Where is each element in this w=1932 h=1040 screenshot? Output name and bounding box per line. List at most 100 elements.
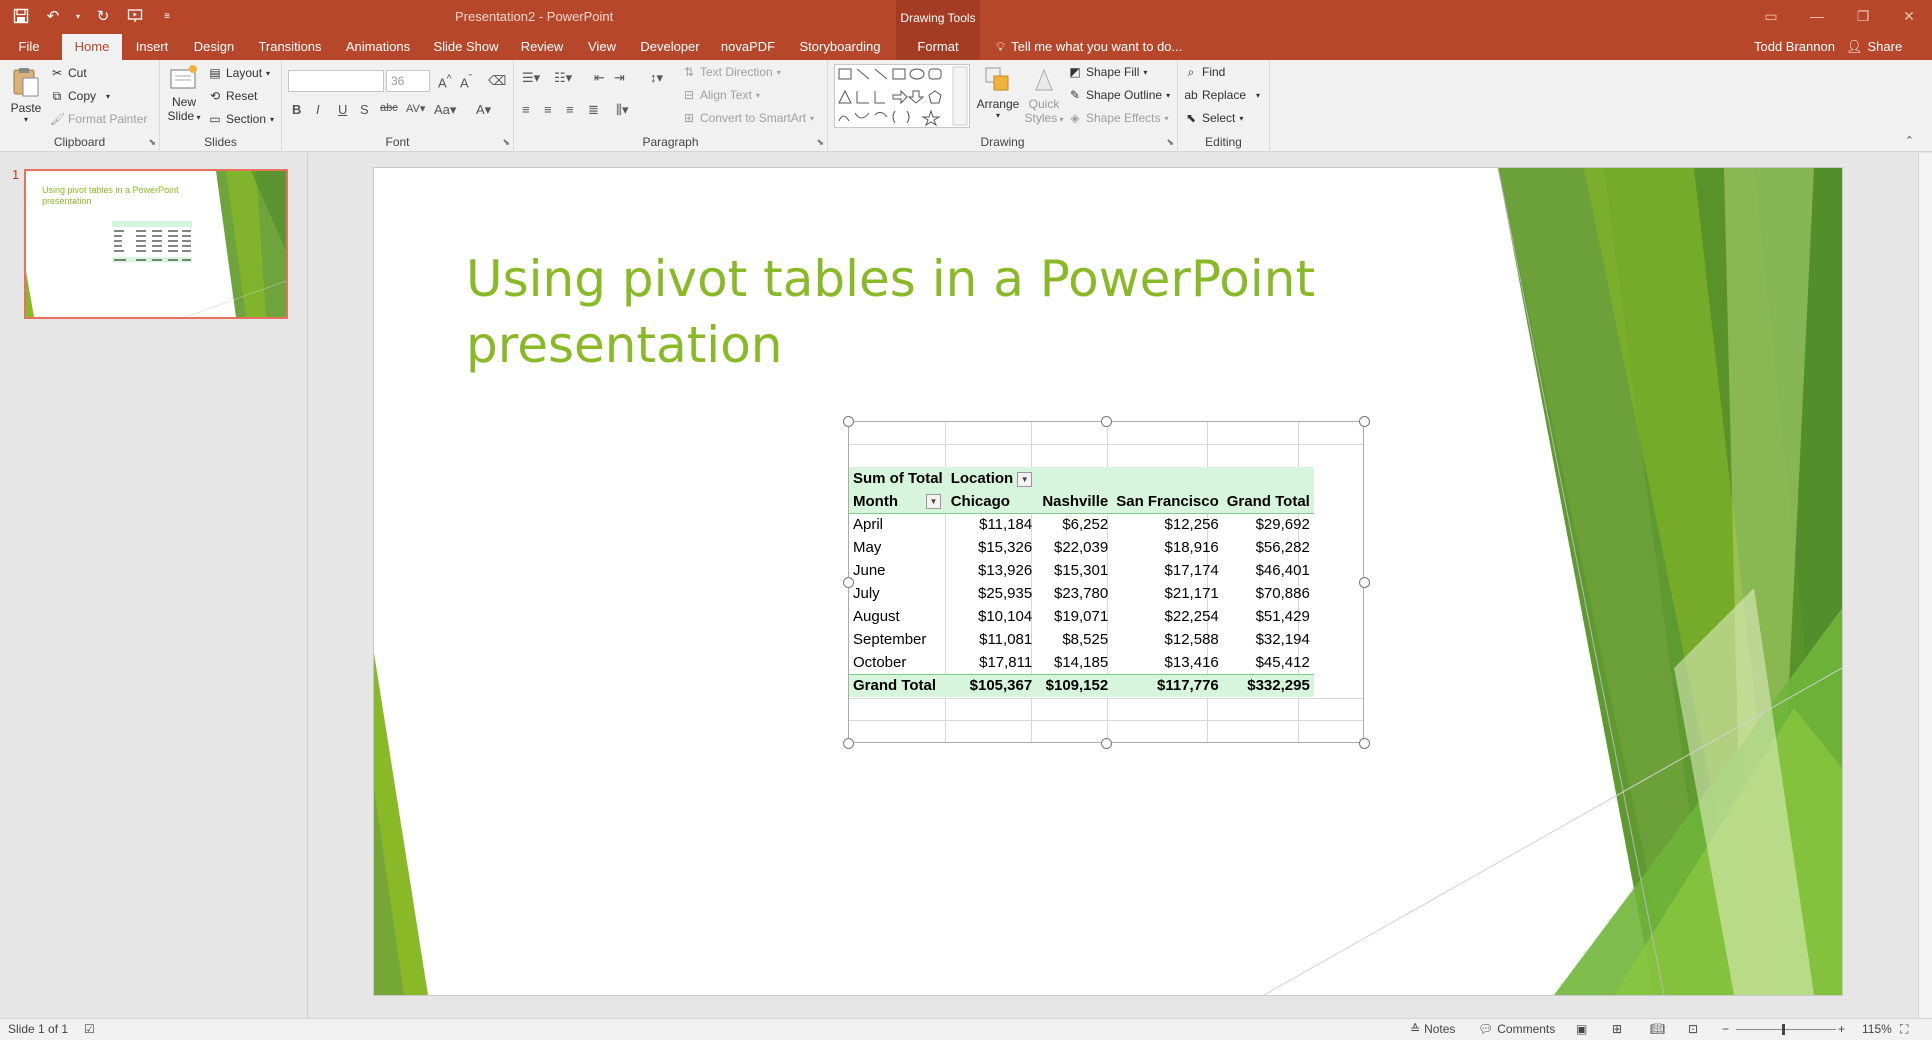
layout-button[interactable]: ▤ Layout ▾ xyxy=(208,66,270,80)
align-center-icon[interactable]: ≡ xyxy=(544,102,552,117)
column-field-cell[interactable]: Location ▼ xyxy=(946,467,1037,490)
character-spacing-icon[interactable]: AV▾ xyxy=(406,102,425,115)
row-filter-dropdown-icon[interactable]: ▼ xyxy=(925,494,941,510)
find-button[interactable]: ⌕ Find xyxy=(1184,65,1226,79)
fit-slide-icon[interactable]: ⛶ xyxy=(1900,1022,1908,1037)
text-direction-button[interactable]: ⇅ Text Direction ▾ xyxy=(682,65,781,79)
spellcheck-icon[interactable]: ☑ xyxy=(84,1022,95,1036)
tab-storyboarding[interactable]: Storyboarding xyxy=(792,34,888,60)
resize-handle-bottom[interactable] xyxy=(1101,738,1112,749)
strikethrough-icon[interactable]: abc xyxy=(380,102,398,114)
slide-sorter-icon[interactable]: ⊞ xyxy=(1612,1022,1622,1036)
align-text-button[interactable]: ⊟ Align Text ▾ xyxy=(682,88,760,102)
close-icon[interactable]: ✕ xyxy=(1886,0,1932,32)
tab-file[interactable]: File xyxy=(4,34,54,60)
reading-view-icon[interactable]: 📖︎ xyxy=(1650,1022,1665,1036)
tab-insert[interactable]: Insert xyxy=(128,34,176,60)
slide-canvas[interactable]: Using pivot tables in a PowerPoint prese… xyxy=(374,168,1842,995)
clear-formatting-icon[interactable]: ⌫ xyxy=(488,73,506,89)
tab-format[interactable]: Format xyxy=(896,34,980,60)
resize-handle-top-left[interactable] xyxy=(843,416,854,427)
italic-icon[interactable]: I xyxy=(316,102,320,117)
tab-animations[interactable]: Animations xyxy=(340,34,416,60)
reset-button[interactable]: ⟲ Reset xyxy=(208,89,257,103)
minimize-icon[interactable]: — xyxy=(1794,0,1840,32)
notes-button[interactable]: ≙ Notes xyxy=(1410,1022,1455,1036)
new-slide-button[interactable]: New Slide ▾ xyxy=(164,64,204,123)
select-button[interactable]: ⬉ Select ▾ xyxy=(1184,111,1243,125)
resize-handle-top[interactable] xyxy=(1101,416,1112,427)
line-spacing-icon[interactable]: ↕▾ xyxy=(650,70,663,86)
tab-review[interactable]: Review xyxy=(516,34,568,60)
decrease-font-icon[interactable]: Aˇ xyxy=(460,73,472,90)
shape-fill-button[interactable]: ◩ Shape Fill ▾ xyxy=(1068,65,1147,79)
drawing-launcher-icon[interactable]: ⬊ xyxy=(1166,137,1174,148)
redo-icon[interactable]: ↻ xyxy=(92,5,114,27)
share-button[interactable]: 👤︎ Share xyxy=(1846,34,1902,60)
tab-developer[interactable]: Developer xyxy=(636,34,704,60)
tab-transitions[interactable]: Transitions xyxy=(252,34,328,60)
align-left-icon[interactable]: ≡ xyxy=(522,102,530,117)
collapse-ribbon-icon[interactable]: ⌃ xyxy=(1905,134,1914,147)
tab-novapdf[interactable]: novaPDF xyxy=(716,34,780,60)
zoom-slider[interactable] xyxy=(1736,1029,1836,1030)
pivot-table[interactable]: Sum of Total Location ▼ Month ▼ Chicago Na… xyxy=(849,467,1314,697)
bullets-icon[interactable]: ☰▾ xyxy=(522,70,540,86)
tab-home[interactable]: Home xyxy=(62,34,122,60)
shape-outline-button[interactable]: ✎ Shape Outline ▾ xyxy=(1068,88,1170,102)
tab-design[interactable]: Design xyxy=(188,34,240,60)
normal-view-icon[interactable]: ▣ xyxy=(1576,1022,1587,1036)
comments-button[interactable]: 💬︎ Comments xyxy=(1478,1022,1555,1036)
restore-icon[interactable]: ❐ xyxy=(1840,0,1886,32)
tab-view[interactable]: View xyxy=(580,34,624,60)
column-filter-dropdown-icon[interactable]: ▼ xyxy=(1017,471,1033,487)
resize-handle-left[interactable] xyxy=(843,577,854,588)
slide-thumbnail[interactable]: Using pivot tables in a PowerPoint prese… xyxy=(24,169,288,319)
clipboard-launcher-icon[interactable]: ⬊ xyxy=(148,137,156,148)
customize-qat-icon[interactable]: ≡ xyxy=(156,5,178,27)
section-button[interactable]: ▭ Section ▾ xyxy=(208,112,274,126)
start-from-beginning-icon[interactable] xyxy=(124,5,146,27)
tab-slide-show[interactable]: Slide Show xyxy=(428,34,504,60)
increase-font-icon[interactable]: A^ xyxy=(438,73,452,90)
font-name-box[interactable] xyxy=(288,70,384,92)
ribbon-display-options-icon[interactable]: ▭ xyxy=(1748,0,1794,32)
tell-me-box[interactable]: 💡︎ Tell me what you want to do... xyxy=(996,34,1182,60)
zoom-slider-thumb[interactable] xyxy=(1782,1024,1785,1035)
pivot-table-object[interactable]: Sum of Total Location ▼ Month ▼ Chicago Na… xyxy=(848,421,1364,743)
align-right-icon[interactable]: ≡ xyxy=(566,102,574,117)
underline-icon[interactable]: U xyxy=(338,102,347,117)
resize-handle-bottom-left[interactable] xyxy=(843,738,854,749)
resize-handle-bottom-right[interactable] xyxy=(1359,738,1370,749)
decrease-indent-icon[interactable]: ⇤ xyxy=(594,70,605,86)
undo-dropdown-icon[interactable]: ▾ xyxy=(74,5,82,27)
zoom-level[interactable]: 115% xyxy=(1862,1022,1892,1036)
increase-indent-icon[interactable]: ⇥ xyxy=(614,70,625,86)
replace-button[interactable]: ab Replace ▾ xyxy=(1184,88,1260,102)
save-icon[interactable] xyxy=(10,5,32,27)
user-name[interactable]: Todd Brannon xyxy=(1754,34,1835,60)
change-case-icon[interactable]: Aa▾ xyxy=(434,102,456,118)
zoom-in-icon[interactable]: + xyxy=(1838,1022,1845,1036)
numbering-icon[interactable]: ☷▾ xyxy=(554,70,572,86)
quick-styles-button[interactable]: Quick Styles ▾ xyxy=(1022,66,1066,125)
convert-smartart-button[interactable]: ⊞ Convert to SmartArt ▾ xyxy=(682,111,814,125)
slideshow-view-icon[interactable]: ⊡ xyxy=(1688,1022,1698,1036)
slide-title[interactable]: Using pivot tables in a PowerPoint prese… xyxy=(466,246,1366,378)
resize-handle-top-right[interactable] xyxy=(1359,416,1370,427)
font-color-icon[interactable]: A▾ xyxy=(476,102,491,118)
undo-icon[interactable]: ↶ xyxy=(42,5,64,27)
justify-icon[interactable]: ≣ xyxy=(588,102,599,118)
cut-button[interactable]: ✂ Cut xyxy=(50,66,87,80)
shapes-gallery[interactable] xyxy=(834,64,970,128)
row-field-cell[interactable]: Month ▼ xyxy=(849,490,947,514)
resize-handle-right[interactable] xyxy=(1359,577,1370,588)
bold-icon[interactable]: B xyxy=(292,102,301,117)
paste-button[interactable]: Paste ▾ xyxy=(6,66,46,124)
copy-button[interactable]: ⧉ Copy ▾ xyxy=(50,89,110,103)
font-launcher-icon[interactable]: ⬊ xyxy=(502,137,510,148)
paragraph-launcher-icon[interactable]: ⬊ xyxy=(816,137,824,148)
format-painter-button[interactable]: 🖌︎ Format Painter xyxy=(50,112,147,126)
font-size-box[interactable]: 36 xyxy=(386,70,430,92)
zoom-out-icon[interactable]: − xyxy=(1722,1022,1729,1036)
